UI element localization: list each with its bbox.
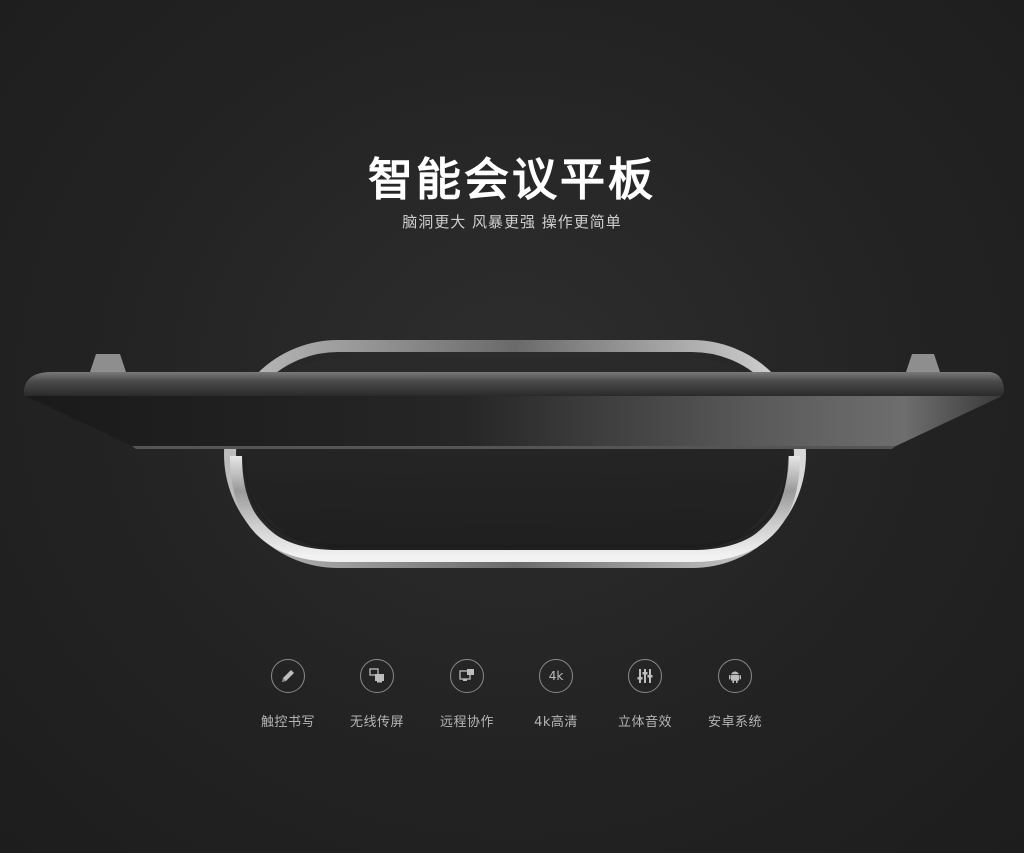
feature-label: 远程协作: [439, 715, 494, 730]
page-title: 智能会议平板: [367, 153, 656, 206]
feature-label: 立体音效: [617, 715, 672, 730]
equalizer-icon: [628, 659, 662, 693]
feature-item-4k: 4k 4k高清: [511, 656, 601, 730]
4k-glyph: 4k: [548, 669, 564, 683]
feature-label: 无线传屏: [349, 715, 404, 730]
page-subtitle: 脑洞更大 风暴更强 操作更简单: [402, 213, 622, 231]
android-icon: [718, 659, 752, 693]
feature-item-remote-collab: 远程协作: [422, 656, 512, 730]
feature-item-touch-writing: 触控书写: [243, 656, 333, 730]
screen-cast-icon: [360, 659, 394, 693]
feature-item-android: 安卓系统: [690, 656, 780, 730]
meeting-tablet-image: [24, 340, 1004, 568]
remote-collaboration-icon: [450, 659, 484, 693]
feature-item-stereo-audio: 立体音效: [600, 656, 690, 730]
feature-label: 4k高清: [534, 715, 578, 730]
4k-icon: 4k: [539, 659, 573, 693]
feature-label: 安卓系统: [707, 715, 762, 730]
feature-list: 触控书写 无线传屏 远程协作 4k 4k高清 立体音效 安卓系统: [0, 656, 1024, 746]
pen-icon: [271, 659, 305, 693]
feature-item-wireless-cast: 无线传屏: [332, 656, 422, 730]
feature-label: 触控书写: [260, 715, 315, 730]
